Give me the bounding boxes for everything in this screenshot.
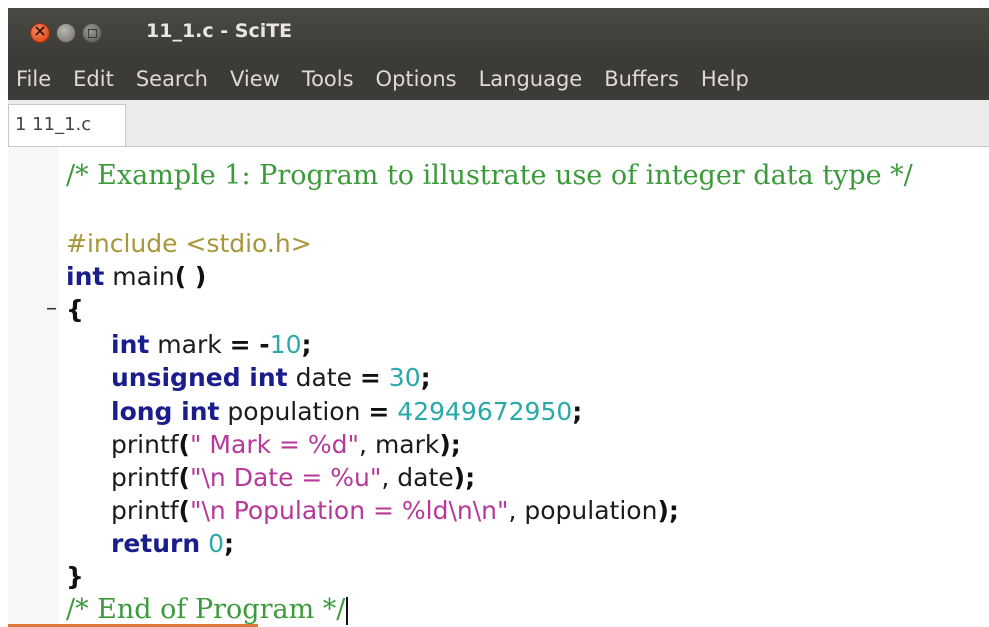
menu-buffers[interactable]: Buffers <box>593 67 690 91</box>
string-literal: "\n Population = %ld\n\n" <box>189 496 509 525</box>
number: 42949672950 <box>389 397 573 426</box>
tab-11-1-c[interactable]: 1 11_1.c <box>8 104 126 146</box>
keyword: return <box>111 529 201 558</box>
menu-view[interactable]: View <box>219 67 291 91</box>
comment: /* End of Program */ <box>66 594 346 625</box>
scite-window: 11_1.c - SciTE File Edit Search View Too… <box>8 8 989 627</box>
menu-options[interactable]: Options <box>365 67 468 91</box>
operator: ( <box>178 430 190 459</box>
fold-marker[interactable]: – <box>46 296 57 321</box>
semicolon: ; <box>420 363 431 392</box>
identifier: date <box>287 363 360 392</box>
code-line-8: long int population = 42949672950; <box>111 395 582 429</box>
code-line-11: printf("\n Population = %ld\n\n", popula… <box>111 494 679 528</box>
code-line-4: int main( ) <box>66 260 206 294</box>
identifier: population <box>219 397 369 426</box>
identifier: , population <box>508 496 658 525</box>
menu-language[interactable]: Language <box>468 67 594 91</box>
code-line-13: } <box>66 560 84 594</box>
string-literal: " Mark = %d" <box>189 430 360 459</box>
fold-margin[interactable] <box>8 147 58 627</box>
menu-tools[interactable]: Tools <box>291 67 365 91</box>
code-line-7: unsigned int date = 30; <box>111 361 431 395</box>
brace: } <box>66 562 84 591</box>
code-line-6: int mark = -10; <box>111 328 312 362</box>
window-title: 11_1.c - SciTE <box>146 20 293 42</box>
menu-edit[interactable]: Edit <box>62 67 125 91</box>
minimize-icon[interactable] <box>56 23 76 43</box>
function-name: printf <box>111 496 179 525</box>
code-line-1: /* Example 1: Program to illustrate use … <box>66 159 913 193</box>
keyword: unsigned int <box>111 363 288 392</box>
operator: = - <box>229 330 270 359</box>
semicolon: ; <box>572 397 583 426</box>
function-name: printf <box>111 463 179 492</box>
maximize-icon[interactable] <box>82 23 102 43</box>
semicolon: ; <box>224 529 235 558</box>
number: 0 <box>200 529 225 558</box>
preprocessor-directive: #include <stdio.h> <box>66 229 312 258</box>
identifier: , mark <box>359 430 440 459</box>
code-line-12: return 0; <box>111 527 234 561</box>
tab-bar: 1 11_1.c <box>8 100 989 147</box>
string-literal: "\n Date = %u" <box>189 463 382 492</box>
operator: ); <box>439 430 461 459</box>
comment: /* Example 1: Program to illustrate use … <box>66 160 913 191</box>
semicolon: ; <box>301 330 312 359</box>
code-line-5: { <box>66 293 84 327</box>
operator: = <box>359 363 381 392</box>
identifier: , date <box>381 463 454 492</box>
number: 30 <box>380 363 421 392</box>
function-name: printf <box>111 430 179 459</box>
number: 10 <box>269 330 302 359</box>
menu-bar: File Edit Search View Tools Options Lang… <box>8 58 989 100</box>
code-line-14: /* End of Program */ <box>66 593 349 627</box>
code-line-10: printf("\n Date = %u", date); <box>111 461 475 495</box>
code-line-3: #include <stdio.h> <box>66 227 312 261</box>
keyword: int <box>66 262 105 291</box>
identifier: mark <box>149 330 230 359</box>
identifier: main <box>104 262 175 291</box>
title-bar: 11_1.c - SciTE <box>8 8 989 58</box>
menu-file[interactable]: File <box>8 67 62 91</box>
operator: ( <box>178 463 190 492</box>
brace: { <box>66 295 84 324</box>
keyword: int <box>111 330 150 359</box>
menu-search[interactable]: Search <box>125 67 219 91</box>
keyword: long int <box>111 397 220 426</box>
operator: = <box>368 397 390 426</box>
operator: ( ) <box>174 262 207 291</box>
close-icon[interactable] <box>30 21 50 43</box>
operator: ); <box>657 496 679 525</box>
operator: ); <box>453 463 476 492</box>
menu-help[interactable]: Help <box>690 67 760 91</box>
operator: ( <box>178 496 190 525</box>
text-cursor <box>346 597 349 625</box>
code-line-9: printf(" Mark = %d", mark); <box>111 428 461 462</box>
